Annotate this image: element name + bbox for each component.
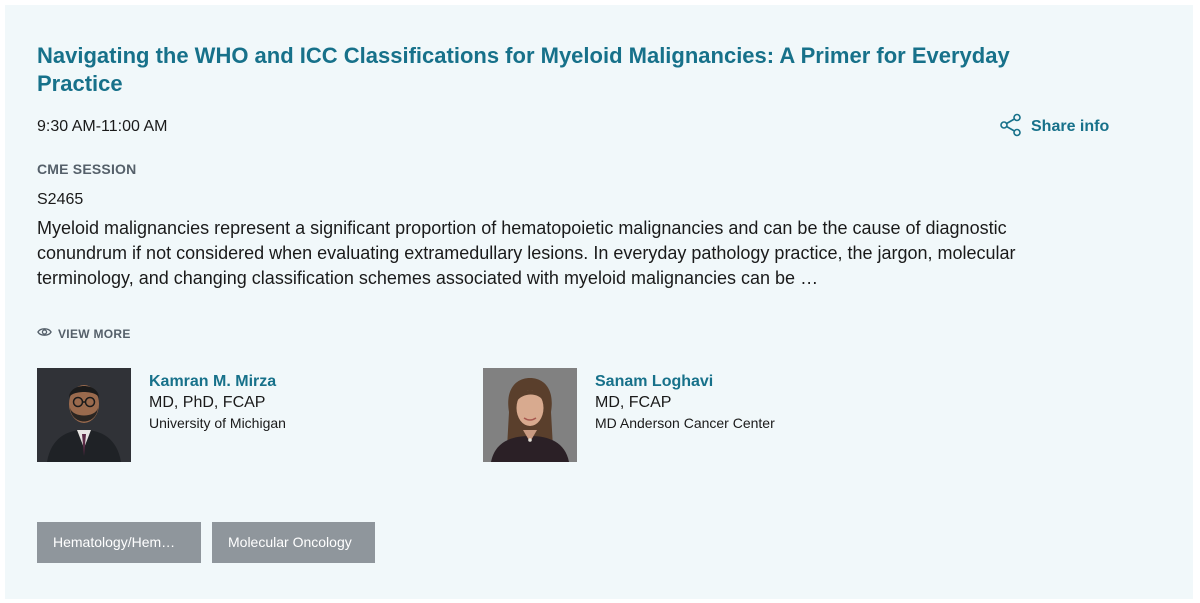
speaker-info: Kamran M. Mirza MD, PhD, FCAP University…	[149, 368, 286, 462]
session-time: 9:30 AM-11:00 AM	[37, 118, 168, 135]
session-description: Myeloid malignancies represent a signifi…	[37, 218, 1016, 288]
speaker-info: Sanam Loghavi MD, FCAP MD Anderson Cance…	[595, 368, 775, 462]
tag-list: Hematology/Hem… Molecular Oncology	[37, 522, 375, 563]
eye-icon	[37, 325, 52, 343]
speaker-credentials: MD, PhD, FCAP	[149, 394, 266, 411]
view-more-label: VIEW MORE	[58, 327, 131, 341]
speaker-organization: University of Michigan	[149, 415, 286, 431]
speaker-photo[interactable]	[483, 368, 577, 462]
speaker-organization: MD Anderson Cancer Center	[595, 415, 775, 431]
speaker-credentials: MD, FCAP	[595, 394, 672, 411]
speaker-card: Sanam Loghavi MD, FCAP MD Anderson Cance…	[483, 368, 775, 462]
tag-molecular-oncology[interactable]: Molecular Oncology	[212, 522, 375, 563]
session-title[interactable]: Navigating the WHO and ICC Classificatio…	[37, 42, 1047, 98]
speaker-name[interactable]: Kamran M. Mirza	[149, 372, 286, 392]
share-info-button[interactable]: Share info	[999, 113, 1110, 142]
speaker-photo[interactable]	[37, 368, 131, 462]
speaker-card: Kamran M. Mirza MD, PhD, FCAP University…	[37, 368, 286, 462]
share-icon	[999, 113, 1023, 142]
tag-hematology[interactable]: Hematology/Hem…	[37, 522, 201, 563]
view-more-button[interactable]: VIEW MORE	[37, 325, 131, 343]
session-type-label: CME SESSION	[37, 161, 137, 177]
speaker-name[interactable]: Sanam Loghavi	[595, 372, 775, 392]
session-card: Navigating the WHO and ICC Classificatio…	[5, 5, 1193, 599]
share-info-label: Share info	[1031, 118, 1110, 135]
session-code: S2465	[37, 191, 84, 208]
